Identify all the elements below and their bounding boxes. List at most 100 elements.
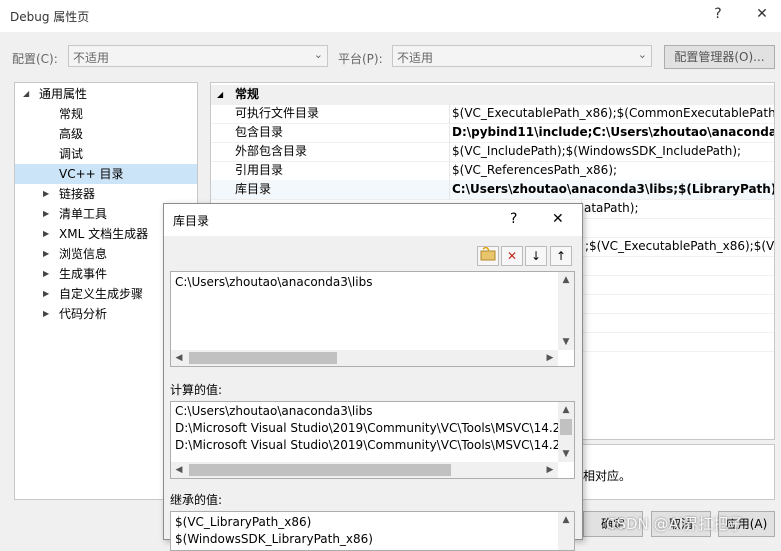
- scroll-left-icon[interactable]: ◀: [171, 350, 187, 366]
- grid-row-external-include-dirs[interactable]: 外部包含目录 $(VC_IncludePath);$(WindowsSDK_Inc…: [211, 142, 774, 162]
- expand-icon[interactable]: ▶: [43, 264, 49, 284]
- tree-group-label: XML 文档生成器: [59, 227, 149, 241]
- computed-label: 计算的值:: [170, 383, 223, 397]
- grid-row-value: $(VC_IncludePath);$(WindowsSDK_IncludePa…: [449, 142, 774, 161]
- grid-category[interactable]: ◢ 常规: [211, 85, 774, 105]
- tree-item-label: 调试: [59, 147, 84, 161]
- move-up-button[interactable]: ↑: [550, 246, 572, 266]
- edit-list-item[interactable]: C:\Users\zhoutao\anaconda3\libs: [175, 274, 372, 291]
- platform-select[interactable]: 不适用 ⌄: [392, 45, 652, 67]
- scroll-up-icon[interactable]: ▲: [558, 512, 574, 528]
- expand-icon[interactable]: ▶: [43, 244, 49, 264]
- computed-value-line: C:\Users\zhoutao\anaconda3\libs: [175, 404, 373, 418]
- expand-icon[interactable]: ▶: [43, 204, 49, 224]
- grid-row-value: C:\Users\zhoutao\anaconda3\libs;$(Librar…: [449, 180, 774, 199]
- vertical-scrollbar[interactable]: ▲ ▼: [558, 272, 574, 350]
- tree-group-linker[interactable]: ▶ 链接器: [15, 184, 197, 204]
- expand-icon[interactable]: ▶: [43, 184, 49, 204]
- tree-item-label: 常规: [59, 107, 84, 121]
- grid-row-name: 包含目录: [235, 125, 284, 139]
- grid-row-name: 可执行文件目录: [235, 106, 320, 120]
- grid-row-value: $(VC_ExecutablePath_x86);$(CommonExecuta…: [449, 104, 774, 123]
- chevron-down-icon: ⌄: [637, 48, 647, 61]
- platform-select-value: 不适用: [397, 51, 434, 65]
- grid-row-name: 外部包含目录: [235, 144, 308, 158]
- tree-group-label: 清单工具: [59, 207, 108, 221]
- window-title-bar: Debug 属性页 ? ✕: [0, 0, 781, 32]
- inherited-label: 继承的值:: [170, 493, 223, 507]
- inherited-values-box: $(VC_LibraryPath_x86) $(WindowsSDK_Libra…: [170, 511, 575, 551]
- dialog-title: 库目录: [173, 214, 210, 228]
- scrollbar-thumb[interactable]: [189, 352, 337, 364]
- grid-row-name: 库目录: [235, 182, 272, 196]
- config-label: 配置(C):: [12, 52, 58, 66]
- scroll-right-icon[interactable]: ▶: [542, 462, 558, 478]
- grid-row-reference-dirs[interactable]: 引用目录 $(VC_ReferencesPath_x86);: [211, 161, 774, 181]
- arrow-up-icon: ↑: [555, 249, 567, 263]
- expand-icon[interactable]: ▶: [43, 304, 49, 324]
- vertical-scrollbar[interactable]: ▲: [558, 512, 574, 550]
- grid-row-value: $(VC_ReferencesPath_x86);: [449, 161, 774, 180]
- tree-group-label: 自定义生成步骤: [59, 287, 144, 301]
- move-down-button[interactable]: ↓: [525, 246, 547, 266]
- new-folder-icon: [480, 246, 496, 261]
- scroll-left-icon[interactable]: ◀: [171, 462, 187, 478]
- collapse-icon: ◢: [23, 89, 30, 98]
- config-select-value: 不适用: [73, 51, 110, 65]
- scrollbar-thumb[interactable]: [560, 419, 572, 435]
- scroll-up-icon[interactable]: ▲: [558, 272, 574, 288]
- tree-item-general[interactable]: 常规: [15, 104, 197, 124]
- watermark-text: CSDN @AI界扛把子: [606, 515, 744, 533]
- tree-group-label: 代码分析: [59, 307, 108, 321]
- tree-group-label: 浏览信息: [59, 247, 108, 261]
- scroll-down-icon[interactable]: ▼: [558, 446, 574, 462]
- vertical-scrollbar[interactable]: ▲ ▼: [558, 402, 574, 462]
- tree-group-label: 生成事件: [59, 267, 108, 281]
- grid-row-name: 引用目录: [235, 163, 284, 177]
- collapse-icon: ◢: [217, 90, 224, 99]
- expand-icon[interactable]: ▶: [43, 284, 49, 304]
- dialog-help-button[interactable]: ?: [510, 211, 517, 227]
- tree-group-label: 链接器: [59, 187, 96, 201]
- horizontal-scrollbar[interactable]: ◀ ▶: [171, 350, 558, 366]
- tree-root[interactable]: ◢ 通用属性: [15, 84, 197, 104]
- scroll-right-icon[interactable]: ▶: [542, 350, 558, 366]
- description-text: 相对应。: [583, 469, 632, 483]
- tree-root-label: 通用属性: [39, 87, 88, 101]
- grid-row-value: D:\pybind11\include;C:\Users\zhoutao\ana…: [449, 123, 774, 142]
- platform-label: 平台(P):: [338, 52, 383, 66]
- library-dirs-dialog: 库目录 ? ✕ ✕ ↓ ↑ C:\Users\zhoutao\anaconda3…: [163, 203, 583, 551]
- scrollbar-thumb[interactable]: [189, 464, 451, 476]
- dialog-title-bar: 库目录 ? ✕: [164, 204, 582, 236]
- tree-item-label: 高级: [59, 127, 84, 141]
- expand-icon[interactable]: ▶: [43, 224, 49, 244]
- tree-item-label: VC++ 目录: [59, 167, 124, 181]
- tree-item-debugging[interactable]: 调试: [15, 144, 197, 164]
- computed-values-box: C:\Users\zhoutao\anaconda3\libs D:\Micro…: [170, 401, 575, 479]
- grid-row-include-dirs[interactable]: 包含目录 D:\pybind11\include;C:\Users\zhoutao…: [211, 123, 774, 143]
- arrow-down-icon: ↓: [530, 249, 542, 263]
- scroll-up-icon[interactable]: ▲: [558, 402, 574, 418]
- scroll-down-icon[interactable]: ▼: [558, 334, 574, 350]
- horizontal-scrollbar[interactable]: ◀ ▶: [171, 462, 558, 478]
- inherited-value-line: $(VC_LibraryPath_x86): [175, 515, 312, 529]
- help-button[interactable]: ?: [706, 6, 730, 26]
- computed-value-line: D:\Microsoft Visual Studio\2019\Communit…: [175, 438, 561, 452]
- edit-list[interactable]: C:\Users\zhoutao\anaconda3\libs ▲ ▼ ◀ ▶: [170, 271, 575, 367]
- grid-category-label: 常规: [235, 87, 260, 101]
- dialog-close-button[interactable]: ✕: [552, 211, 564, 227]
- new-line-button[interactable]: [477, 246, 499, 266]
- config-manager-button[interactable]: 配置管理器(O)...: [664, 45, 775, 69]
- grid-row-library-dirs[interactable]: 库目录 C:\Users\zhoutao\anaconda3\libs;$(Lib…: [211, 180, 774, 200]
- tree-item-vc-directories[interactable]: VC++ 目录: [15, 164, 197, 184]
- delete-icon: ✕: [506, 249, 518, 263]
- config-select[interactable]: 不适用 ⌄: [68, 45, 328, 67]
- computed-value-line: D:\Microsoft Visual Studio\2019\Communit…: [175, 421, 561, 435]
- delete-line-button[interactable]: ✕: [501, 246, 523, 266]
- chevron-down-icon: ⌄: [313, 48, 323, 61]
- tree-item-advanced[interactable]: 高级: [15, 124, 197, 144]
- close-button[interactable]: ✕: [750, 6, 774, 26]
- grid-row-value: ataPath);: [581, 199, 774, 218]
- grid-row-executable-dirs[interactable]: 可执行文件目录 $(VC_ExecutablePath_x86);$(Common…: [211, 104, 774, 124]
- window-title: Debug 属性页: [10, 10, 90, 24]
